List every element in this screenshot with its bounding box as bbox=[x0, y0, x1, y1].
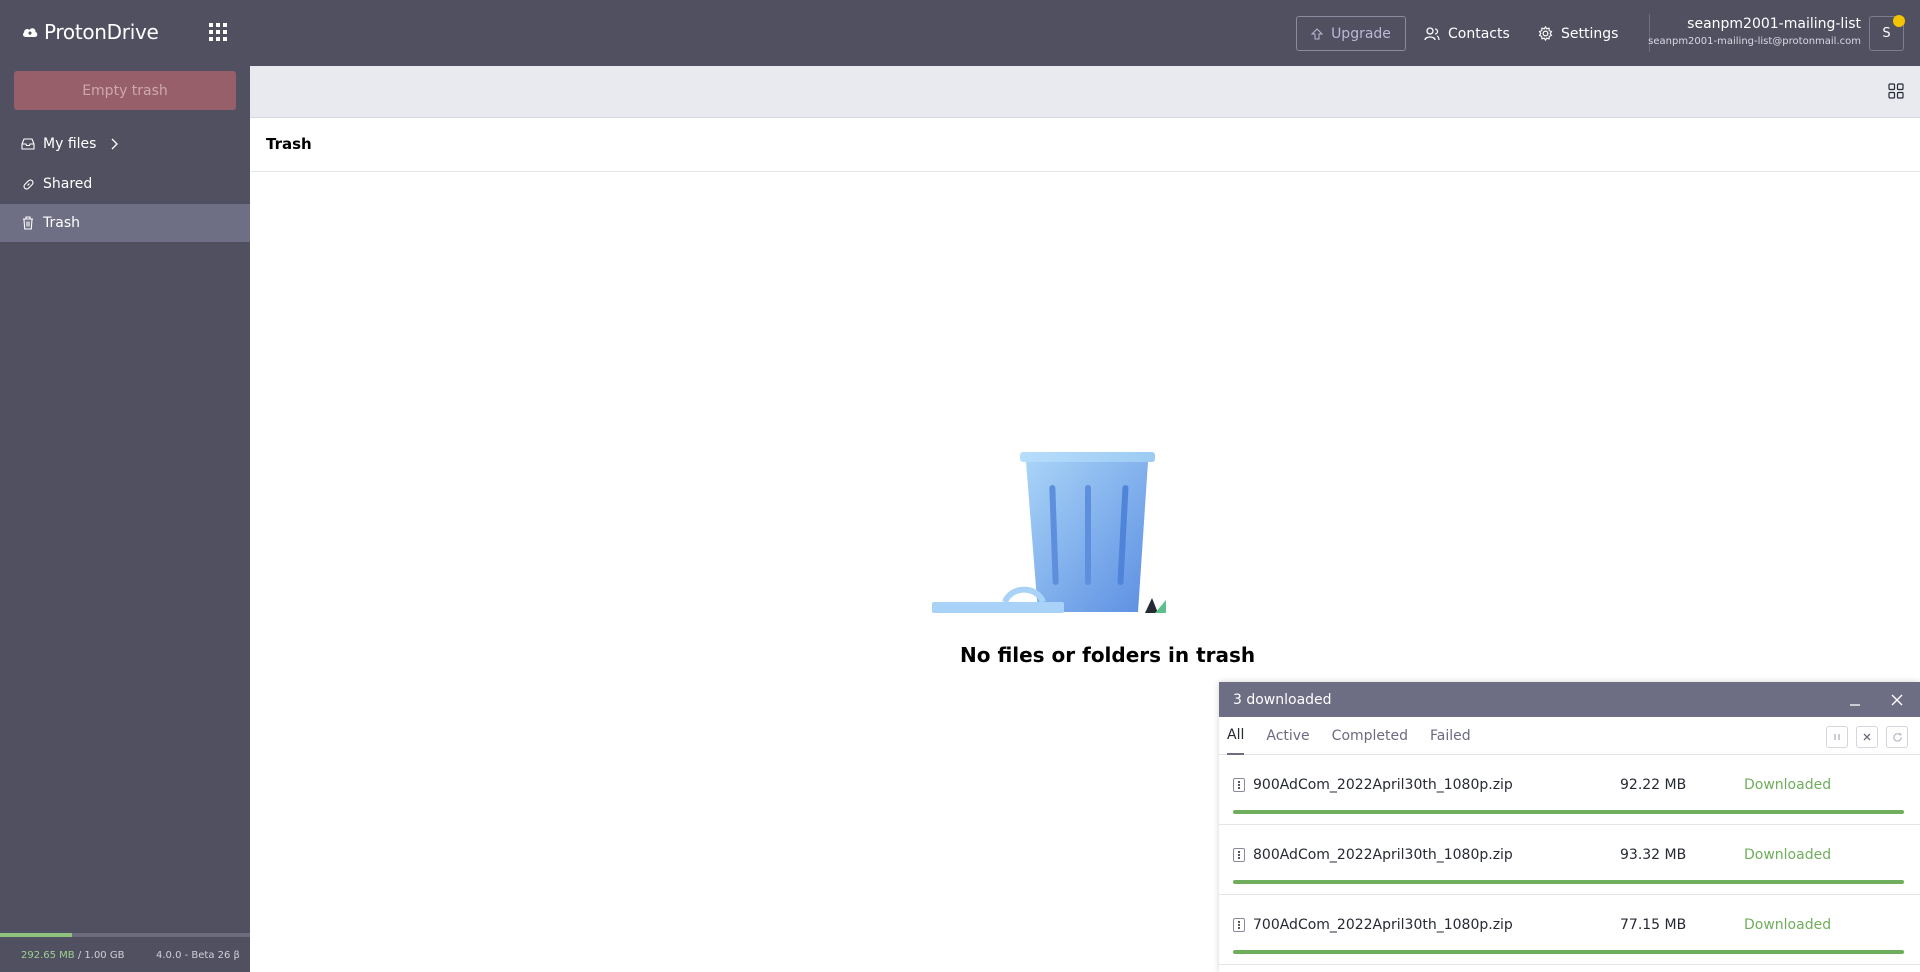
zip-file-icon bbox=[1233, 778, 1245, 792]
storage-usage: 292.65 MB / 1.00 GB bbox=[21, 950, 124, 961]
transfer-file: 700AdCom_2022April30th_1080p.zip bbox=[1233, 917, 1513, 933]
pause-icon bbox=[1834, 734, 1840, 740]
transfer-file: 900AdCom_2022April30th_1080p.zip bbox=[1233, 777, 1513, 793]
transfer-file-size: 77.15 MB bbox=[1620, 917, 1687, 933]
transfer-progress-bar bbox=[1233, 950, 1904, 954]
transfer-file-name: 900AdCom_2022April30th_1080p.zip bbox=[1253, 777, 1513, 793]
user-email: seanpm2001-mailing-list@protonmail.com bbox=[1648, 36, 1861, 47]
settings-label: Settings bbox=[1561, 25, 1619, 42]
upgrade-label: Upgrade bbox=[1331, 25, 1391, 42]
upgrade-button[interactable]: Upgrade bbox=[1296, 16, 1406, 51]
proton-cloud-icon bbox=[22, 28, 38, 37]
close-icon[interactable] bbox=[1888, 691, 1906, 709]
transfer-status: Downloaded bbox=[1744, 847, 1832, 863]
notification-dot bbox=[1893, 15, 1905, 27]
transfer-progress-bar bbox=[1233, 880, 1904, 884]
sidebar-item-label: Trash bbox=[43, 215, 80, 231]
sidebar-item-shared[interactable]: Shared bbox=[0, 165, 250, 203]
transfer-progress-bar bbox=[1233, 810, 1904, 814]
tab-all[interactable]: All bbox=[1227, 717, 1245, 755]
transfer-status: Downloaded bbox=[1744, 777, 1832, 793]
storage-used: 292.65 MB bbox=[21, 950, 75, 961]
chevron-right-icon[interactable] bbox=[110, 138, 119, 150]
apps-grid-icon[interactable] bbox=[208, 22, 230, 44]
brand-name: ProtonDrive bbox=[44, 20, 159, 44]
link-icon bbox=[21, 177, 35, 191]
transfer-file-name: 800AdCom_2022April30th_1080p.zip bbox=[1253, 847, 1513, 863]
transfer-file: 800AdCom_2022April30th_1080p.zip bbox=[1233, 847, 1513, 863]
app-version: 4.0.0 - Beta 26 β bbox=[156, 950, 240, 961]
upgrade-arrow-icon bbox=[1311, 27, 1324, 39]
transfer-row[interactable]: 900AdCom_2022April30th_1080p.zip 92.22 M… bbox=[1219, 755, 1920, 825]
close-icon bbox=[1863, 733, 1871, 741]
empty-state-message: No files or folders in trash bbox=[960, 643, 1256, 667]
grid-layout-icon[interactable] bbox=[1888, 83, 1906, 101]
gear-icon bbox=[1538, 26, 1553, 41]
proton-drive-logo[interactable]: ProtonDrive bbox=[22, 20, 159, 44]
transfer-file-size: 92.22 MB bbox=[1620, 777, 1687, 793]
inbox-icon bbox=[21, 137, 35, 151]
contacts-icon bbox=[1424, 26, 1440, 40]
tab-active[interactable]: Active bbox=[1266, 717, 1309, 755]
transfers-header: 3 downloaded bbox=[1219, 682, 1920, 717]
settings-link[interactable]: Settings bbox=[1538, 16, 1618, 51]
page-title-bar: Trash bbox=[250, 118, 1920, 172]
transfer-file-name: 700AdCom_2022April30th_1080p.zip bbox=[1253, 917, 1513, 933]
storage-total: 1.00 GB bbox=[84, 950, 125, 961]
tab-failed[interactable]: Failed bbox=[1430, 717, 1471, 755]
transfer-status: Downloaded bbox=[1744, 917, 1832, 933]
main-toolbar bbox=[250, 66, 1920, 118]
cancel-all-button[interactable] bbox=[1856, 726, 1878, 748]
sidebar: Empty trash My files Shared Trash 292.65… bbox=[0, 66, 250, 972]
transfers-actions bbox=[1826, 726, 1908, 748]
storage-progress-fill bbox=[0, 933, 72, 937]
tab-completed[interactable]: Completed bbox=[1332, 717, 1408, 755]
top-header: ProtonDrive Upgrade Contacts Settings se… bbox=[0, 0, 1920, 66]
trash-icon bbox=[21, 216, 35, 230]
sidebar-item-label: Shared bbox=[43, 176, 93, 192]
restart-all-button[interactable] bbox=[1886, 726, 1908, 748]
storage-separator: / bbox=[74, 950, 85, 961]
contacts-label: Contacts bbox=[1448, 25, 1510, 42]
sidebar-item-trash[interactable]: Trash bbox=[0, 204, 250, 242]
pause-all-button[interactable] bbox=[1826, 726, 1848, 748]
zip-file-icon bbox=[1233, 918, 1245, 932]
refresh-icon bbox=[1892, 732, 1902, 742]
transfers-panel: 3 downloaded All Active Completed Failed bbox=[1219, 682, 1920, 972]
empty-trash-illustration bbox=[932, 452, 1166, 613]
page-title: Trash bbox=[266, 135, 312, 153]
transfers-title: 3 downloaded bbox=[1233, 691, 1332, 708]
transfers-tabs: All Active Completed Failed bbox=[1219, 717, 1920, 755]
sidebar-item-label: My files bbox=[43, 136, 97, 152]
transfer-row[interactable]: 800AdCom_2022April30th_1080p.zip 93.32 M… bbox=[1219, 825, 1920, 895]
zip-file-icon bbox=[1233, 848, 1245, 862]
minimize-icon[interactable] bbox=[1846, 691, 1864, 709]
contacts-link[interactable]: Contacts bbox=[1424, 16, 1510, 51]
transfer-file-size: 93.32 MB bbox=[1620, 847, 1687, 863]
sidebar-item-my-files[interactable]: My files bbox=[0, 125, 250, 163]
empty-trash-button[interactable]: Empty trash bbox=[14, 71, 236, 110]
transfer-row[interactable]: 700AdCom_2022April30th_1080p.zip 77.15 M… bbox=[1219, 895, 1920, 965]
user-name[interactable]: seanpm2001-mailing-list bbox=[1687, 16, 1861, 32]
storage-progress-bar bbox=[0, 933, 250, 937]
